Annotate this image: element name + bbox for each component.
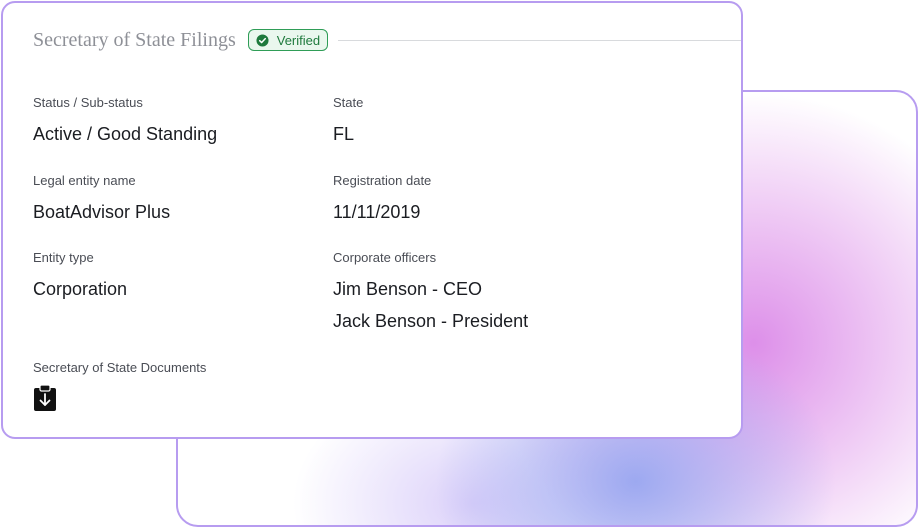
status-value: Active / Good Standing (33, 124, 218, 144)
verified-badge-label: Verified (276, 32, 321, 48)
legal-name-label: Legal entity name (33, 173, 136, 188)
clipboard-download-icon (34, 384, 56, 411)
legal-name-value: BoatAdvisor Plus (33, 202, 171, 222)
registration-date-field: Registration date 11/11/2019 (333, 173, 431, 223)
card-header: Secretary of State Filings Verified (33, 25, 741, 55)
header-divider (338, 39, 741, 41)
registration-date-value: 11/11/2019 (333, 202, 421, 222)
state-field: State FL (333, 95, 363, 145)
entity-type-label: Entity type (33, 250, 94, 265)
verified-badge: Verified (247, 29, 329, 51)
download-documents-button[interactable] (33, 384, 57, 412)
card-title: Secretary of State Filings (33, 28, 236, 51)
check-circle-icon (256, 33, 269, 47)
sos-filings-card: Secretary of State Filings Verified Stat… (1, 1, 743, 439)
status-label: Status / Sub-status (33, 95, 143, 110)
state-value: FL (333, 124, 355, 144)
registration-date-label: Registration date (333, 173, 432, 188)
corporate-officers-field: Corporate officers Jim Benson - CEO Jack… (333, 250, 528, 332)
officer-item: Jim Benson - CEO (333, 279, 483, 299)
entity-type-value: Corporation (33, 279, 128, 299)
corporate-officers-label: Corporate officers (333, 250, 437, 265)
stage: Secretary of State Filings Verified Stat… (0, 0, 920, 530)
legal-name-field: Legal entity name BoatAdvisor Plus (33, 173, 170, 223)
officer-list: Jim Benson - CEO Jack Benson - President (333, 278, 528, 332)
state-label: State (333, 95, 364, 110)
entity-type-field: Entity type Corporation (33, 250, 127, 300)
documents-label: Secretary of State Documents (33, 360, 207, 375)
status-field: Status / Sub-status Active / Good Standi… (33, 95, 217, 145)
documents-field: Secretary of State Documents (33, 360, 206, 417)
officer-item: Jack Benson - President (333, 311, 529, 331)
